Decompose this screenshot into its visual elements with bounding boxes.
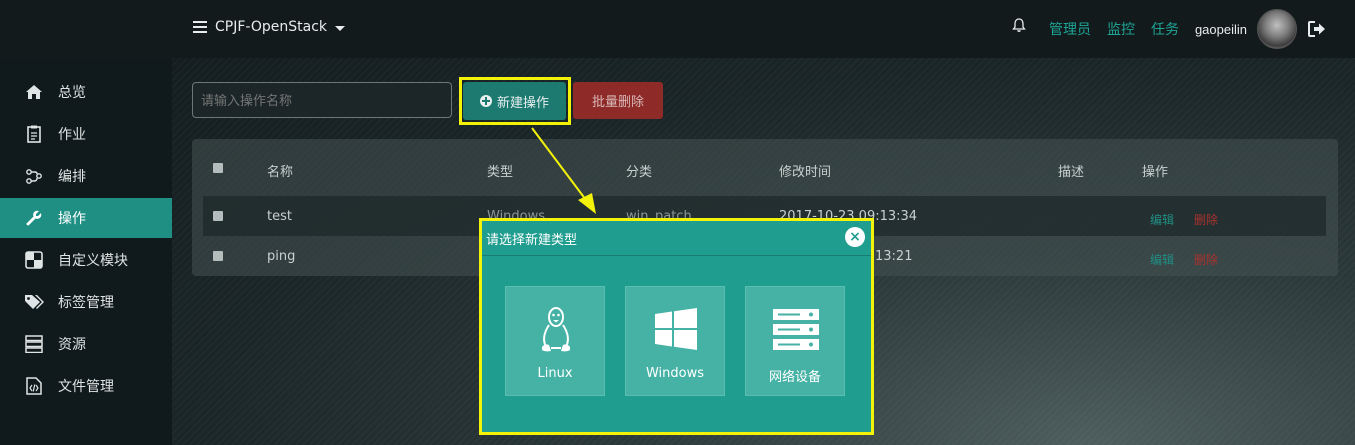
delete-link[interactable]: 删除 <box>1194 251 1218 268</box>
sidebar-item-tags[interactable]: 标签管理 <box>0 282 172 322</box>
sidebar-item-label: 文件管理 <box>58 379 114 395</box>
sidebar-item-label: 自定义模块 <box>58 253 128 269</box>
edit-link[interactable]: 编辑 <box>1150 251 1174 268</box>
option-network-device[interactable]: 网络设备 <box>745 286 845 396</box>
tasks-link[interactable]: 任务 <box>1151 19 1179 39</box>
sidebar-item-label: 总览 <box>58 85 86 101</box>
column-header-category: 分类 <box>626 165 653 180</box>
delete-link[interactable]: 删除 <box>1194 211 1218 228</box>
search-input[interactable] <box>192 82 452 118</box>
sidebar-item-label: 编排 <box>58 169 86 185</box>
sidebar-item-label: 作业 <box>58 127 86 143</box>
edit-link[interactable]: 编辑 <box>1150 211 1174 228</box>
tags-icon <box>24 292 44 312</box>
sidebar-item-label: 标签管理 <box>58 295 114 311</box>
dialog-title: 请选择新建类型 <box>486 233 578 248</box>
wrench-icon <box>24 208 44 228</box>
top-bar: CPJF-OpenStack 管理员 监控 任务 gaopeilin <box>0 0 1355 58</box>
project-selector[interactable]: CPJF-OpenStack <box>193 19 345 35</box>
column-header-description: 描述 <box>1058 165 1085 180</box>
column-header-modified: 修改时间 <box>779 165 832 180</box>
option-label: Windows <box>645 366 705 381</box>
linux-penguin-icon <box>542 307 570 352</box>
file-code-icon <box>24 376 44 396</box>
batch-delete-button[interactable]: 批量删除 <box>573 82 663 119</box>
list-icon <box>193 21 207 33</box>
column-header-type: 类型 <box>487 165 514 180</box>
row-modified: 13:21 <box>875 249 913 264</box>
new-operation-label: 新建操作 <box>496 95 549 111</box>
sidebar-item-label: 操作 <box>58 211 86 227</box>
new-operation-button[interactable]: 新建操作 <box>463 82 566 120</box>
close-icon[interactable]: × <box>845 227 865 247</box>
column-header-name: 名称 <box>267 165 294 180</box>
option-windows[interactable]: Windows <box>625 286 725 396</box>
admin-link[interactable]: 管理员 <box>1049 19 1091 39</box>
logout-icon[interactable] <box>1307 20 1327 38</box>
row-name: test <box>267 209 292 224</box>
plus-circle-icon <box>479 95 492 107</box>
monitor-link[interactable]: 监控 <box>1107 19 1135 39</box>
module-icon <box>24 250 44 270</box>
chevron-down-icon <box>335 25 345 31</box>
sidebar-item-overview[interactable]: 总览 <box>0 72 172 112</box>
sidebar-item-jobs[interactable]: 作业 <box>0 114 172 154</box>
username[interactable]: gaopeilin <box>1195 22 1247 37</box>
home-icon <box>24 82 44 102</box>
option-linux[interactable]: Linux <box>505 286 605 396</box>
windows-logo-icon <box>655 308 697 350</box>
option-label: 网络设备 <box>768 370 821 385</box>
project-name: CPJF-OpenStack <box>215 19 327 35</box>
sidebar: 总览 作业 编排 操作 自定义模块 标签管理 资源 文件管理 <box>0 58 172 445</box>
batch-delete-label: 批量删除 <box>591 95 644 110</box>
row-checkbox[interactable] <box>213 251 223 261</box>
sidebar-item-custom-modules[interactable]: 自定义模块 <box>0 240 172 280</box>
sidebar-item-operations[interactable]: 操作 <box>0 198 172 238</box>
divider <box>482 255 871 256</box>
select-all-checkbox[interactable] <box>213 163 223 173</box>
workflow-icon <box>24 166 44 186</box>
sidebar-item-files[interactable]: 文件管理 <box>0 366 172 406</box>
sidebar-item-orchestration[interactable]: 编排 <box>0 156 172 196</box>
column-header-actions: 操作 <box>1142 165 1169 180</box>
server-icon <box>24 334 44 354</box>
row-name: ping <box>267 249 296 264</box>
row-checkbox[interactable] <box>213 211 223 221</box>
option-label: Linux <box>537 366 573 381</box>
sidebar-item-resources[interactable]: 资源 <box>0 324 172 364</box>
bell-icon[interactable] <box>1011 17 1027 33</box>
new-type-dialog: 请选择新建类型 × Linux Windows 网络设备 <box>479 218 874 435</box>
clipboard-icon <box>24 124 44 144</box>
network-device-icon <box>773 309 819 350</box>
sidebar-item-label: 资源 <box>58 337 86 353</box>
avatar[interactable] <box>1257 9 1297 49</box>
